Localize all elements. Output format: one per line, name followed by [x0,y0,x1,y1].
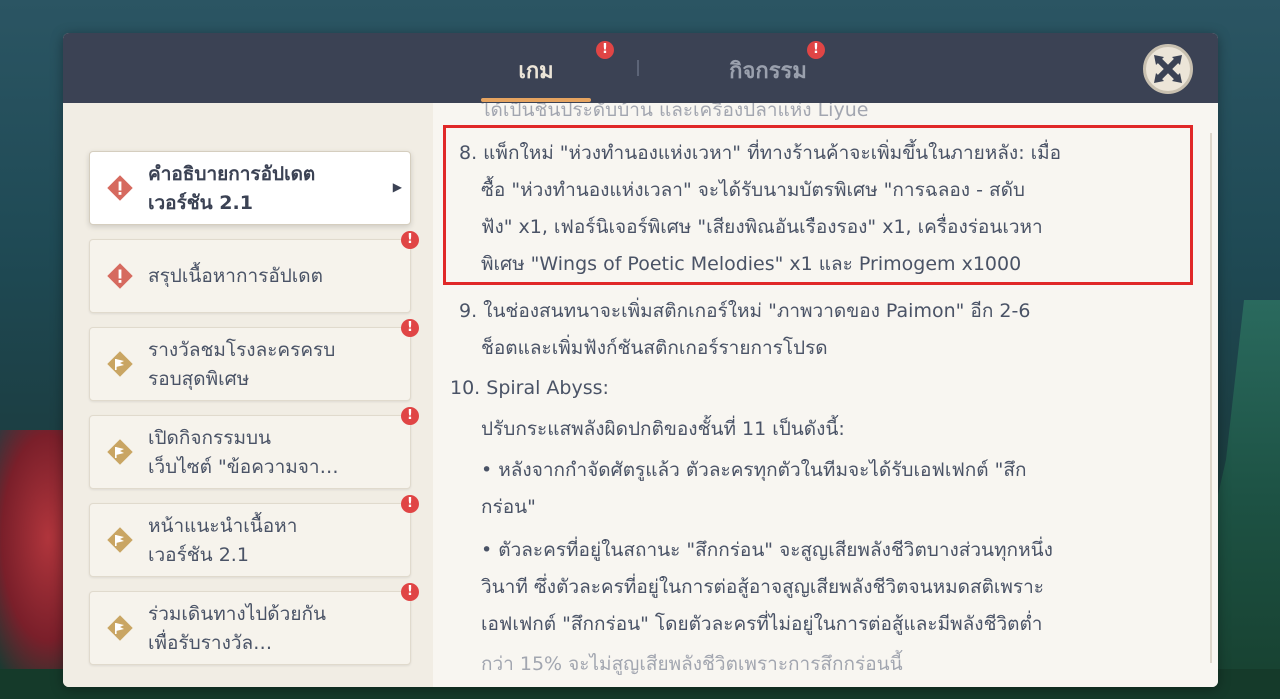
tab-game[interactable]: เกม [481,53,591,89]
content-line: 9. ในช่องสนทนาจะเพิ่มสติกเกอร์ใหม่ "ภาพว… [459,300,1031,322]
sidebar-item-label: หน้าแนะนำเนื้อหา เวอร์ชัน 2.1 [148,515,298,566]
sidebar-item-label: สรุปเนื้อหาการอัปเดต [148,265,323,287]
notice-diamond-icon [106,174,134,202]
announcement-window: เกม ! กิจกรรม ! คำอธิบายการอัปเดต เวอร์ช… [63,33,1218,687]
content-line: • ตัวละครที่อยู่ในสถานะ "สึกกร่อน" จะสูญ… [481,539,1053,561]
chevron-right-icon: ▶ [392,180,402,194]
content-line: 10. Spiral Abyss: [450,377,609,399]
content-line: กว่า 15% จะไม่สูญเสียพลังชีวิตเพราะการสึ… [481,653,903,675]
content-line: ช็อตและเพิ่มฟังก์ชันสติกเกอร์รายการโปรด [481,337,828,359]
tab-game-alert-badge: ! [596,41,614,59]
tab-game-label: เกม [518,59,554,84]
event-flag-diamond-icon [106,526,134,554]
event-flag-diamond-icon [106,614,134,642]
sidebar-item-update-notes[interactable]: คำอธิบายการอัปเดต เวอร์ชัน 2.1 ▶ [89,151,411,225]
sidebar-item-label: คำอธิบายการอัปเดต เวอร์ชัน 2.1 [148,163,316,214]
sidebar: คำอธิบายการอัปเดต เวอร์ชัน 2.1 ▶ สรุปเนื… [63,103,433,687]
alert-badge: ! [401,495,419,513]
content-line: ปรับกระแสพลังผิดปกติของชั้นที่ 11 เป็นดั… [481,418,845,440]
sidebar-item-update-summary[interactable]: สรุปเนื้อหาการอัปเดต ! [89,231,419,313]
sidebar-item-theater-reward[interactable]: รางวัลชมโรงละครครบ รอบสุดพิเศษ ! [89,319,419,401]
tab-event-label: กิจกรรม [729,59,807,84]
highlight-annotation-box [443,125,1193,285]
sidebar-item-label: เปิดกิจกรรมบน เว็บไซต์ "ข้อความจา… [148,427,339,478]
notice-diamond-icon [106,262,134,290]
alert-badge: ! [401,407,419,425]
tab-event-alert-badge: ! [807,41,825,59]
alert-badge: ! [401,319,419,337]
content-line: เอฟเฟกต์ "สึกกร่อน" โดยตัวละครที่ไม่อยู่… [481,613,1043,635]
sidebar-item-label: ร่วมเดินทางไปด้วยกัน เพื่อรับรางวัล… [148,603,326,654]
close-button[interactable] [1143,44,1193,94]
scrollbar-track[interactable] [1210,133,1212,663]
close-icon [1154,55,1182,83]
alert-badge: ! [401,583,419,601]
sidebar-item-label: รางวัลชมโรงละครครบ รอบสุดพิเศษ [148,339,336,390]
tab-divider [637,60,639,76]
event-flag-diamond-icon [106,438,134,466]
content-line: วินาที ซึ่งตัวละครที่อยู่ในการต่อสู้อาจส… [481,576,1045,598]
event-flag-diamond-icon [106,350,134,378]
active-tab-underline [481,98,591,102]
sidebar-item-web-event[interactable]: เปิดกิจกรรมบน เว็บไซต์ "ข้อความจา… ! [89,407,419,489]
sidebar-item-version-preview[interactable]: หน้าแนะนำเนื้อหา เวอร์ชัน 2.1 ! [89,495,419,577]
sidebar-item-journey-reward[interactable]: ร่วมเดินทางไปด้วยกัน เพื่อรับรางวัล… ! [89,583,419,665]
content-line: ได้เป็นชิ้นประดับบ้าน และเครื่องปลาแห่ง … [481,103,869,121]
content-line: • หลังจากกำจัดศัตรูแล้ว ตัวละครทุกตัวในท… [481,459,1027,481]
announcement-content[interactable]: ได้เป็นชิ้นประดับบ้าน และเครื่องปลาแห่ง … [433,103,1218,687]
header-bar: เกม ! กิจกรรม ! [63,33,1218,103]
alert-badge: ! [401,231,419,249]
content-line: กร่อน" [481,496,536,518]
tab-event[interactable]: กิจกรรม [683,53,853,89]
